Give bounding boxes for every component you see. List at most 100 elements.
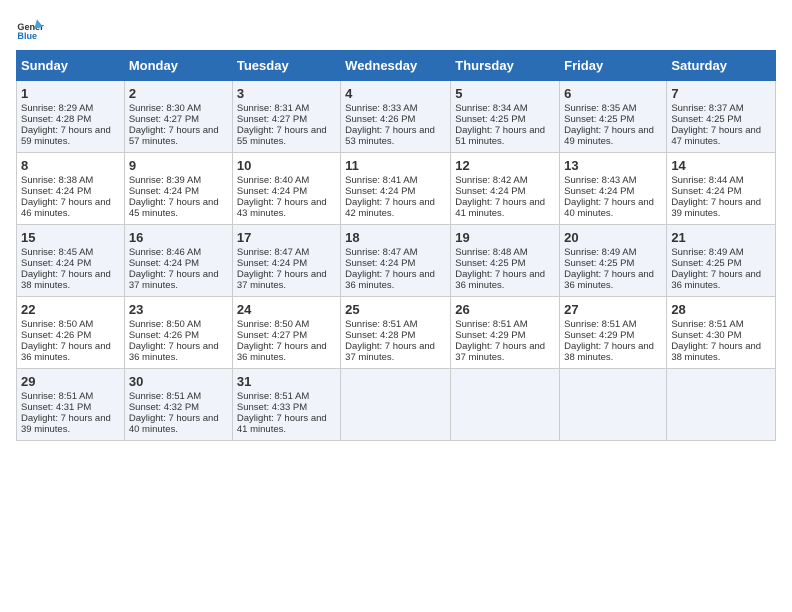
- sunset-text: Sunset: 4:27 PM: [129, 114, 199, 125]
- sunrise-text: Sunrise: 8:46 AM: [129, 247, 201, 258]
- sunset-text: Sunset: 4:25 PM: [671, 258, 741, 269]
- calendar-cell: [451, 369, 560, 441]
- daylight-text: Daylight: 7 hours and 36 minutes.: [129, 341, 219, 363]
- day-number: 21: [671, 230, 771, 245]
- sunrise-text: Sunrise: 8:50 AM: [129, 319, 201, 330]
- calendar-cell: 23Sunrise: 8:50 AMSunset: 4:26 PMDayligh…: [124, 297, 232, 369]
- day-number: 31: [237, 374, 336, 389]
- sunset-text: Sunset: 4:29 PM: [564, 330, 634, 341]
- svg-text:Blue: Blue: [17, 31, 37, 41]
- sunrise-text: Sunrise: 8:51 AM: [564, 319, 636, 330]
- header-wednesday: Wednesday: [341, 51, 451, 81]
- sunrise-text: Sunrise: 8:39 AM: [129, 175, 201, 186]
- calendar-week-1: 1Sunrise: 8:29 AMSunset: 4:28 PMDaylight…: [17, 81, 776, 153]
- calendar-cell: 2Sunrise: 8:30 AMSunset: 4:27 PMDaylight…: [124, 81, 232, 153]
- sunrise-text: Sunrise: 8:37 AM: [671, 103, 743, 114]
- daylight-text: Daylight: 7 hours and 39 minutes.: [21, 413, 111, 435]
- daylight-text: Daylight: 7 hours and 36 minutes.: [345, 269, 435, 291]
- calendar-cell: 8Sunrise: 8:38 AMSunset: 4:24 PMDaylight…: [17, 153, 125, 225]
- daylight-text: Daylight: 7 hours and 46 minutes.: [21, 197, 111, 219]
- sunrise-text: Sunrise: 8:51 AM: [21, 391, 93, 402]
- calendar-cell: 17Sunrise: 8:47 AMSunset: 4:24 PMDayligh…: [232, 225, 340, 297]
- calendar-cell: 7Sunrise: 8:37 AMSunset: 4:25 PMDaylight…: [667, 81, 776, 153]
- daylight-text: Daylight: 7 hours and 41 minutes.: [455, 197, 545, 219]
- sunset-text: Sunset: 4:32 PM: [129, 402, 199, 413]
- sunset-text: Sunset: 4:24 PM: [345, 186, 415, 197]
- day-number: 7: [671, 86, 771, 101]
- calendar-cell: 16Sunrise: 8:46 AMSunset: 4:24 PMDayligh…: [124, 225, 232, 297]
- calendar-cell: 1Sunrise: 8:29 AMSunset: 4:28 PMDaylight…: [17, 81, 125, 153]
- day-number: 17: [237, 230, 336, 245]
- header-monday: Monday: [124, 51, 232, 81]
- day-number: 18: [345, 230, 446, 245]
- calendar-cell: 15Sunrise: 8:45 AMSunset: 4:24 PMDayligh…: [17, 225, 125, 297]
- sunrise-text: Sunrise: 8:47 AM: [237, 247, 309, 258]
- day-number: 29: [21, 374, 120, 389]
- sunset-text: Sunset: 4:24 PM: [345, 258, 415, 269]
- calendar-cell: 22Sunrise: 8:50 AMSunset: 4:26 PMDayligh…: [17, 297, 125, 369]
- calendar-header-row: SundayMondayTuesdayWednesdayThursdayFrid…: [17, 51, 776, 81]
- sunrise-text: Sunrise: 8:31 AM: [237, 103, 309, 114]
- calendar-cell: 28Sunrise: 8:51 AMSunset: 4:30 PMDayligh…: [667, 297, 776, 369]
- sunrise-text: Sunrise: 8:51 AM: [129, 391, 201, 402]
- calendar-cell: 4Sunrise: 8:33 AMSunset: 4:26 PMDaylight…: [341, 81, 451, 153]
- day-number: 6: [564, 86, 662, 101]
- day-number: 24: [237, 302, 336, 317]
- sunset-text: Sunset: 4:24 PM: [129, 186, 199, 197]
- calendar-week-4: 22Sunrise: 8:50 AMSunset: 4:26 PMDayligh…: [17, 297, 776, 369]
- sunrise-text: Sunrise: 8:41 AM: [345, 175, 417, 186]
- calendar-cell: 30Sunrise: 8:51 AMSunset: 4:32 PMDayligh…: [124, 369, 232, 441]
- daylight-text: Daylight: 7 hours and 45 minutes.: [129, 197, 219, 219]
- daylight-text: Daylight: 7 hours and 36 minutes.: [237, 341, 327, 363]
- day-number: 25: [345, 302, 446, 317]
- calendar-cell: 6Sunrise: 8:35 AMSunset: 4:25 PMDaylight…: [560, 81, 667, 153]
- calendar-cell: 26Sunrise: 8:51 AMSunset: 4:29 PMDayligh…: [451, 297, 560, 369]
- sunset-text: Sunset: 4:25 PM: [455, 114, 525, 125]
- logo: General Blue: [16, 16, 48, 44]
- sunrise-text: Sunrise: 8:43 AM: [564, 175, 636, 186]
- calendar-week-2: 8Sunrise: 8:38 AMSunset: 4:24 PMDaylight…: [17, 153, 776, 225]
- calendar-week-3: 15Sunrise: 8:45 AMSunset: 4:24 PMDayligh…: [17, 225, 776, 297]
- sunrise-text: Sunrise: 8:33 AM: [345, 103, 417, 114]
- sunset-text: Sunset: 4:24 PM: [237, 258, 307, 269]
- sunset-text: Sunset: 4:24 PM: [21, 258, 91, 269]
- daylight-text: Daylight: 7 hours and 36 minutes.: [21, 341, 111, 363]
- daylight-text: Daylight: 7 hours and 57 minutes.: [129, 125, 219, 147]
- sunrise-text: Sunrise: 8:47 AM: [345, 247, 417, 258]
- sunset-text: Sunset: 4:25 PM: [564, 258, 634, 269]
- sunrise-text: Sunrise: 8:51 AM: [671, 319, 743, 330]
- sunset-text: Sunset: 4:27 PM: [237, 114, 307, 125]
- sunrise-text: Sunrise: 8:38 AM: [21, 175, 93, 186]
- calendar-cell: 19Sunrise: 8:48 AMSunset: 4:25 PMDayligh…: [451, 225, 560, 297]
- calendar-cell: 24Sunrise: 8:50 AMSunset: 4:27 PMDayligh…: [232, 297, 340, 369]
- sunrise-text: Sunrise: 8:51 AM: [237, 391, 309, 402]
- day-number: 8: [21, 158, 120, 173]
- calendar-cell: 3Sunrise: 8:31 AMSunset: 4:27 PMDaylight…: [232, 81, 340, 153]
- day-number: 27: [564, 302, 662, 317]
- sunrise-text: Sunrise: 8:42 AM: [455, 175, 527, 186]
- day-number: 20: [564, 230, 662, 245]
- daylight-text: Daylight: 7 hours and 38 minutes.: [564, 341, 654, 363]
- sunrise-text: Sunrise: 8:50 AM: [237, 319, 309, 330]
- daylight-text: Daylight: 7 hours and 40 minutes.: [564, 197, 654, 219]
- daylight-text: Daylight: 7 hours and 41 minutes.: [237, 413, 327, 435]
- day-number: 2: [129, 86, 228, 101]
- calendar-cell: [341, 369, 451, 441]
- calendar-cell: 9Sunrise: 8:39 AMSunset: 4:24 PMDaylight…: [124, 153, 232, 225]
- sunrise-text: Sunrise: 8:40 AM: [237, 175, 309, 186]
- calendar-cell: 10Sunrise: 8:40 AMSunset: 4:24 PMDayligh…: [232, 153, 340, 225]
- logo-icon: General Blue: [16, 16, 44, 44]
- sunset-text: Sunset: 4:33 PM: [237, 402, 307, 413]
- sunrise-text: Sunrise: 8:49 AM: [671, 247, 743, 258]
- sunset-text: Sunset: 4:29 PM: [455, 330, 525, 341]
- sunrise-text: Sunrise: 8:48 AM: [455, 247, 527, 258]
- calendar-cell: 25Sunrise: 8:51 AMSunset: 4:28 PMDayligh…: [341, 297, 451, 369]
- sunset-text: Sunset: 4:30 PM: [671, 330, 741, 341]
- calendar-cell: 27 Sunrise: 8:51 AMSunset: 4:29 PMDayligh…: [560, 297, 667, 369]
- sunset-text: Sunset: 4:24 PM: [564, 186, 634, 197]
- day-number: 1: [21, 86, 120, 101]
- daylight-text: Daylight: 7 hours and 39 minutes.: [671, 197, 761, 219]
- page-header: General Blue: [16, 16, 776, 44]
- daylight-text: Daylight: 7 hours and 36 minutes.: [564, 269, 654, 291]
- day-number: 23: [129, 302, 228, 317]
